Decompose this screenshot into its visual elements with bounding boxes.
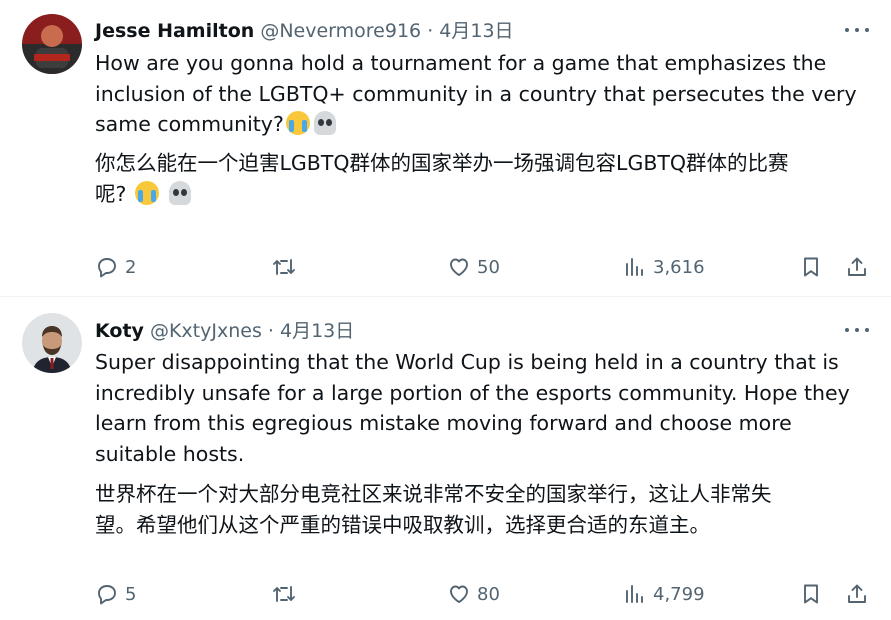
bookmark-button[interactable] — [799, 579, 823, 609]
like-icon — [450, 258, 468, 276]
views-button[interactable]: 4,799 — [623, 579, 705, 609]
author-handle[interactable]: @Nevermore916 — [260, 20, 421, 42]
share-button[interactable] — [845, 252, 869, 282]
views-icon — [626, 585, 643, 603]
tweet-text-line: same community? — [95, 112, 284, 136]
author-name[interactable]: Jesse Hamilton — [95, 20, 254, 42]
tweet-text-line: How are you gonna hold a tournament for … — [95, 51, 827, 75]
tweet[interactable]: Koty @KxtyJxnes · 4月13日 Super disappoint… — [0, 297, 891, 620]
reply-icon — [98, 258, 116, 278]
reply-button[interactable]: 2 — [95, 252, 136, 282]
tweet-text-line: Super disappointing that the World Cup i… — [95, 350, 839, 374]
more-icon[interactable] — [843, 316, 871, 342]
bookmark-icon — [804, 257, 818, 277]
more-icon[interactable] — [843, 16, 871, 42]
crying-face-icon — [285, 111, 310, 135]
separator: · — [427, 20, 434, 42]
retweet-icon — [273, 259, 295, 275]
retweet-icon — [273, 586, 295, 602]
avatar-image — [22, 313, 82, 373]
like-button[interactable]: 80 — [447, 579, 500, 609]
like-button[interactable]: 50 — [447, 252, 500, 282]
retweet-button[interactable] — [272, 579, 296, 609]
tweet-text: How are you gonna hold a tournament for … — [95, 48, 861, 140]
tweet-text-line: learn from this egregious mistake moving… — [95, 411, 792, 435]
like-icon — [450, 585, 468, 603]
tweet-translation: 你怎么能在一个迫害LGBTQ群体的国家举办一场强调包容LGBTQ群体的比赛 呢? — [95, 148, 861, 209]
skull-icon — [169, 180, 192, 205]
avatar-image — [22, 14, 82, 74]
avatar[interactable] — [22, 14, 82, 74]
tweet-header: Koty @KxtyJxnes · 4月13日 — [95, 316, 871, 342]
bookmark-button[interactable] — [799, 252, 823, 282]
tweet-translation-line: 你怎么能在一个迫害LGBTQ群体的国家举办一场强调包容LGBTQ群体的比赛 — [95, 151, 789, 175]
share-button[interactable] — [845, 579, 869, 609]
share-icon — [848, 257, 866, 276]
views-button[interactable]: 3,616 — [623, 252, 705, 282]
action-bar: 2 50 3,616 — [95, 252, 871, 282]
crying-face-icon — [134, 180, 159, 205]
tweet-translation-line: 望。希望他们从这个严重的错误中吸取教训，选择更合适的东道主。 — [95, 512, 710, 537]
tweet[interactable]: Jesse Hamilton @Nevermore916 · 4月13日 How… — [0, 0, 891, 297]
views-icon — [626, 258, 643, 276]
reply-button[interactable]: 5 — [95, 579, 136, 609]
retweet-button[interactable] — [272, 252, 296, 282]
reply-icon — [98, 585, 116, 605]
like-count: 80 — [477, 583, 500, 605]
tweet-translation-line: 呢? — [95, 181, 133, 206]
tweet-date[interactable]: 4月13日 — [280, 320, 354, 342]
reply-count: 2 — [125, 256, 137, 278]
tweet-translation: 世界杯在一个对大部分电竞社区来说非常不安全的国家举行，这让人非常失 望。希望他们… — [95, 479, 861, 540]
view-count: 4,799 — [653, 583, 705, 605]
tweet-text-line: inclusion of the LGBTQ+ community in a c… — [95, 81, 857, 106]
avatar[interactable] — [22, 313, 82, 373]
like-count: 50 — [477, 256, 500, 278]
share-icon — [848, 584, 866, 603]
author-name[interactable]: Koty — [95, 320, 144, 342]
author-handle[interactable]: @KxtyJxnes — [150, 320, 262, 342]
view-count: 3,616 — [653, 256, 705, 278]
action-bar: 5 80 4,799 — [95, 579, 871, 609]
bookmark-icon — [804, 584, 818, 604]
tweet-header: Jesse Hamilton @Nevermore916 · 4月13日 — [95, 16, 871, 42]
tweet-date[interactable]: 4月13日 — [439, 20, 513, 42]
separator: · — [267, 320, 274, 342]
tweet-text-line: suitable hosts. — [95, 441, 245, 466]
tweet-text: Super disappointing that the World Cup i… — [95, 347, 861, 469]
reply-count: 5 — [125, 583, 137, 605]
skull-icon — [313, 111, 336, 135]
tweet-text-line: incredibly unsafe for a large portion of… — [95, 380, 850, 405]
tweet-translation-line: 世界杯在一个对大部分电竞社区来说非常不安全的国家举行，这让人非常失 — [95, 482, 772, 506]
